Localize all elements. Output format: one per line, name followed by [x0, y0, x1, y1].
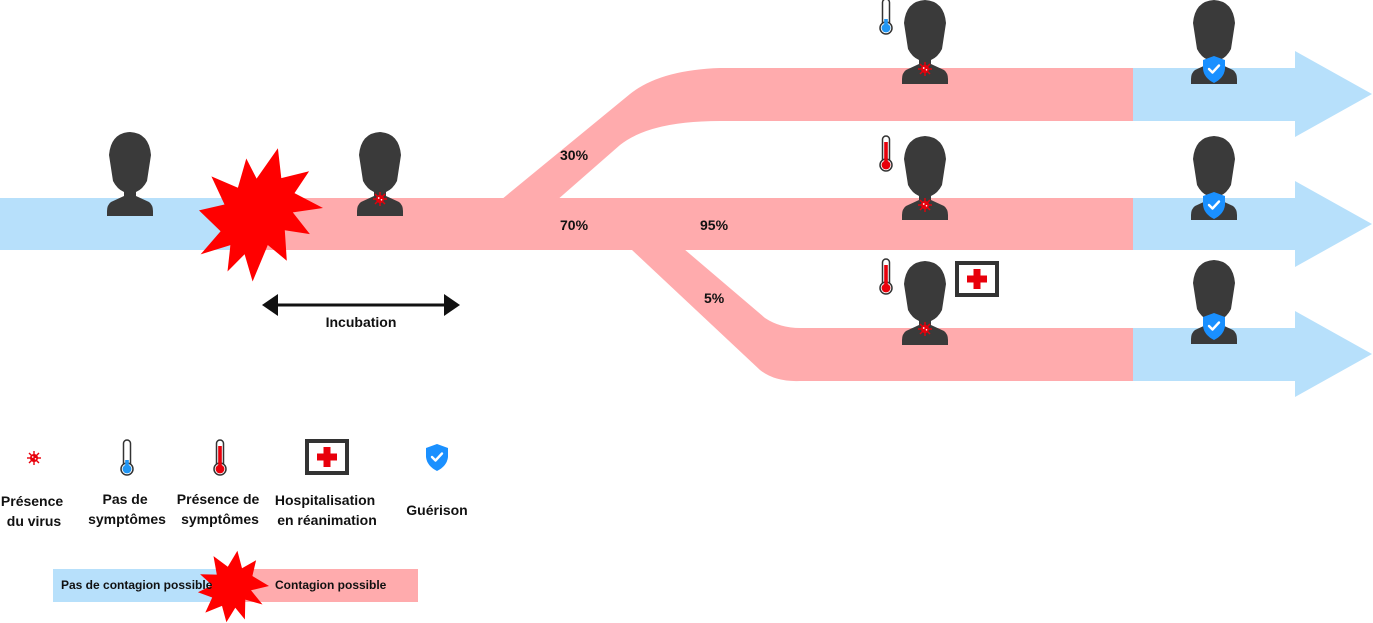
- legend-no-symptoms-label: Pas de symptômes: [88, 491, 166, 527]
- recovery-arrow-top: [1133, 51, 1372, 137]
- recovery-arrow-bottom: [1133, 311, 1372, 397]
- virus-icon: [917, 197, 933, 213]
- no-contagion-label: Pas de contagion possible: [61, 578, 213, 592]
- legend-virus-label: Présence du virus: [1, 493, 67, 529]
- legend-virus-icon: [26, 450, 42, 466]
- legend-shield-icon: [424, 442, 450, 473]
- thermometer-low-icon: [879, 0, 893, 35]
- legend-thermometer-high-icon: [213, 439, 227, 476]
- person-healthy-icon: [107, 132, 153, 216]
- virus-icon: [917, 61, 933, 77]
- virus-icon: [372, 191, 388, 207]
- thermometer-high-icon: [879, 258, 893, 295]
- infection-flow-diagram: 30% 70% 95% 5% Incubation Présence du vi…: [0, 0, 1372, 623]
- incubation-label: Incubation: [326, 314, 397, 330]
- percent-main: 70%: [560, 217, 589, 233]
- recovery-arrow-middle: [1133, 181, 1372, 267]
- virus-icon: [917, 321, 933, 337]
- percent-bottom-branch: 5%: [704, 290, 725, 306]
- legend-thermometer-low-icon: [120, 439, 134, 476]
- legend-icu-icon: [305, 439, 349, 475]
- legend-icu-label: Hospitalisation en réanimation: [275, 492, 379, 528]
- icu-icon: [955, 261, 999, 297]
- thermometer-high-icon: [879, 135, 893, 172]
- contagion-label: Contagion possible: [275, 578, 387, 592]
- incubation-arrow: [262, 294, 460, 316]
- legend-symptoms-label: Présence de symptômes: [177, 491, 263, 527]
- percent-middle-branch: 95%: [700, 217, 729, 233]
- legend-recovery-label: Guérison: [406, 502, 467, 518]
- percent-top-branch: 30%: [560, 147, 589, 163]
